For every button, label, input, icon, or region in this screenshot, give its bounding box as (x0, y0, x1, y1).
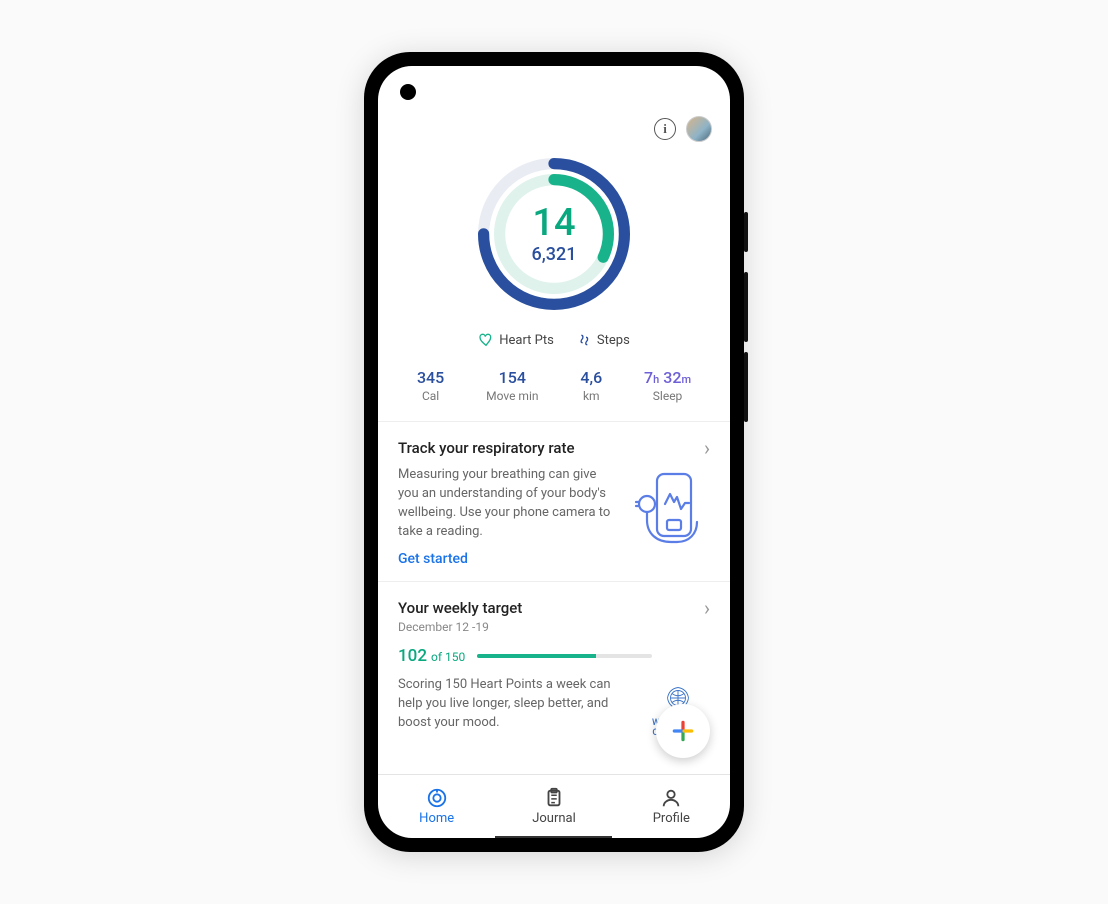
camera-hole (400, 84, 416, 100)
profile-icon (660, 787, 682, 809)
nav-home-label: Home (419, 811, 454, 826)
nav-profile[interactable]: Profile (613, 775, 730, 838)
topbar: i (378, 66, 730, 150)
card-respiratory[interactable]: Track your respiratory rate › Measuring … (378, 421, 730, 581)
stat-move-value: 154 (486, 368, 538, 387)
weekly-current: 102 (398, 646, 427, 666)
screen: i 14 6,321 (378, 66, 730, 838)
plus-icon (670, 718, 696, 744)
weekly-of-total: of 150 (431, 650, 465, 664)
weekly-progress-bar (477, 654, 652, 658)
stat-sleep-label: Sleep (644, 389, 691, 403)
nav-journal-label: Journal (532, 811, 576, 826)
stat-cal-label: Cal (417, 389, 444, 403)
nav-profile-label: Profile (653, 811, 690, 826)
card-weekly-title: Your weekly target (398, 599, 704, 617)
heart-points-value: 14 (532, 204, 575, 242)
legend-steps-label: Steps (597, 333, 630, 348)
heart-icon (478, 332, 494, 348)
journal-icon (543, 787, 565, 809)
bottom-nav: Home Journal Profile (378, 774, 730, 838)
stat-sleep-value: 7h 32m (644, 368, 691, 387)
stats-row: 345 Cal 154 Move min 4,6 km 7h 32m Sleep (378, 362, 730, 421)
stat-cal-value: 345 (417, 368, 444, 387)
card-weekly-date: December 12 -19 (398, 620, 710, 634)
card-respiratory-text: Measuring your breathing can give you an… (398, 466, 616, 541)
steps-icon (576, 332, 592, 348)
avatar[interactable] (686, 116, 712, 142)
app-content: i 14 6,321 (378, 66, 730, 774)
stat-km-label: km (580, 389, 602, 403)
stat-move-min[interactable]: 154 Move min (486, 368, 538, 403)
add-fab[interactable] (656, 704, 710, 758)
stat-sleep[interactable]: 7h 32m Sleep (644, 368, 691, 403)
get-started-link[interactable]: Get started (398, 551, 616, 567)
nav-underline (495, 836, 612, 838)
nav-journal[interactable]: Journal (495, 775, 612, 838)
chevron-right-icon: › (704, 598, 710, 618)
stat-move-label: Move min (486, 389, 538, 403)
legend-heart-label: Heart Pts (499, 333, 554, 348)
respiratory-illustration (624, 466, 710, 567)
ring-legend: Heart Pts Steps (378, 324, 730, 362)
nav-home[interactable]: Home (378, 775, 495, 838)
stat-cal[interactable]: 345 Cal (417, 368, 444, 403)
card-weekly-text: Scoring 150 Heart Points a week can help… (398, 676, 628, 733)
stat-km[interactable]: 4,6 km (580, 368, 602, 403)
activity-rings[interactable]: 14 6,321 (378, 150, 730, 324)
chevron-right-icon: › (704, 438, 710, 458)
home-goal-icon (426, 787, 448, 809)
card-respiratory-title: Track your respiratory rate (398, 439, 704, 457)
legend-heart: Heart Pts (478, 332, 554, 348)
info-icon[interactable]: i (654, 118, 676, 140)
phone-frame: i 14 6,321 (364, 52, 744, 852)
legend-steps: Steps (576, 332, 630, 348)
steps-value: 6,321 (532, 244, 577, 265)
stat-km-value: 4,6 (580, 368, 602, 387)
